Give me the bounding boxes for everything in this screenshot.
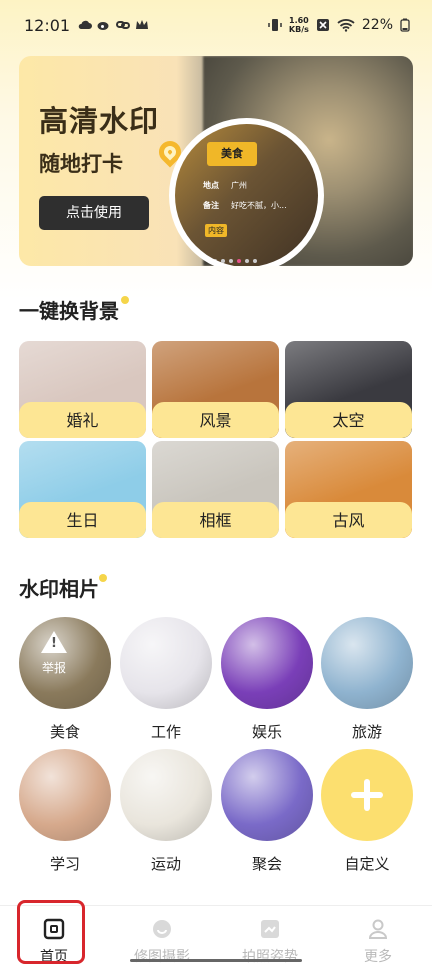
category-thumbnail (221, 617, 313, 709)
status-right: 1.60 KB/s 22% (268, 16, 410, 34)
pose-icon (261, 920, 279, 938)
status-bar: 12:01 1.60 KB/s 22% (0, 0, 432, 50)
background-card[interactable]: 生日 (19, 441, 146, 538)
link-app-icon (116, 21, 131, 29)
retouch-icon (153, 920, 171, 938)
vibrate-icon (268, 19, 282, 31)
net-speed: 1.60 KB/s (289, 16, 309, 34)
carousel-dots (213, 259, 257, 263)
watermark-category[interactable]: 工作 (120, 617, 212, 742)
watermark-tag: 内容 (205, 224, 227, 237)
category-thumbnail (321, 617, 413, 709)
sparkle-icon (99, 574, 107, 582)
background-card-label: 古风 (285, 502, 412, 538)
category-label: 自定义 (344, 855, 390, 873)
home-indicator (130, 959, 302, 962)
crown-icon (136, 20, 149, 29)
section-title-backgrounds: 一键换背景 (19, 299, 119, 323)
category-thumbnail (120, 749, 212, 841)
watermark-preview: 美食 地点 广州 备注 好吃不腻，小... 内容 (175, 124, 318, 266)
cloud-icon (78, 20, 93, 29)
background-card-label: 生日 (19, 502, 146, 538)
report-button[interactable]: 举报 (31, 627, 77, 689)
watermark-header: 美食 (207, 142, 257, 166)
background-card-label: 婚礼 (19, 402, 146, 438)
section-title-watermark-photos: 水印相片 (19, 577, 99, 601)
category-thumbnail (221, 749, 313, 841)
background-card[interactable]: 婚礼 (19, 341, 146, 438)
promo-banner[interactable]: 高清水印 随地打卡 点击使用 美食 地点 广州 备注 好吃不腻，小... 内容 (19, 56, 413, 266)
battery-level: 22% (361, 17, 393, 33)
category-label: 学习 (49, 855, 80, 873)
category-thumbnail (120, 617, 212, 709)
background-card[interactable]: 风景 (152, 341, 279, 438)
active-tab-highlight (17, 900, 85, 964)
watermark-category[interactable]: 自定义 (321, 749, 413, 874)
watermark-category[interactable]: 聚会 (221, 749, 313, 874)
watermark-row-note: 备注 好吃不腻，小... (203, 200, 287, 211)
tab-pose[interactable]: 拍照姿势 (216, 906, 324, 964)
watermark-row-location: 地点 广州 (203, 180, 247, 191)
category-label: 娱乐 (251, 723, 282, 741)
battery-icon (400, 18, 410, 32)
background-card[interactable]: 太空 (285, 341, 412, 438)
sparkle-icon (121, 296, 129, 304)
net-speed-unit: KB/s (288, 25, 309, 34)
add-custom-icon[interactable] (321, 749, 413, 841)
category-thumbnail: 举报 (19, 617, 111, 709)
tab-more[interactable]: 更多 (324, 906, 432, 964)
use-now-button[interactable]: 点击使用 (39, 196, 149, 230)
category-label: 旅游 (351, 723, 382, 741)
category-label: 聚会 (251, 855, 282, 873)
watermark-category[interactable]: 旅游 (321, 617, 413, 742)
watermark-key: 地点 (203, 181, 219, 190)
tab-label: 更多 (364, 949, 392, 964)
wifi-icon (337, 19, 355, 32)
report-label: 举报 (41, 661, 66, 675)
category-thumbnail (19, 749, 111, 841)
category-label: 美食 (49, 723, 80, 741)
background-card[interactable]: 古风 (285, 441, 412, 538)
watermark-category[interactable]: 举报美食 (19, 617, 111, 742)
net-speed-value: 1.60 (289, 16, 309, 25)
status-time: 12:01 (24, 15, 71, 35)
background-card-label: 相框 (152, 502, 279, 538)
category-label: 运动 (150, 855, 181, 873)
background-card-label: 风景 (152, 402, 279, 438)
banner-subtitle: 随地打卡 (39, 152, 123, 176)
background-card[interactable]: 相框 (152, 441, 279, 538)
background-card-label: 太空 (285, 402, 412, 438)
watermark-value: 好吃不腻，小... (231, 201, 287, 210)
watermark-value: 广州 (231, 181, 247, 190)
weibo-icon (97, 22, 109, 30)
warning-icon (41, 631, 67, 653)
tab-retouch[interactable]: 修图摄影 (108, 906, 216, 964)
watermark-preview-lens: 美食 地点 广州 备注 好吃不腻，小... 内容 (169, 118, 324, 266)
watermark-category[interactable]: 学习 (19, 749, 111, 874)
watermark-category[interactable]: 运动 (120, 749, 212, 874)
sim-off-icon (316, 19, 329, 31)
watermark-category[interactable]: 娱乐 (221, 617, 313, 742)
banner-title: 高清水印 (39, 104, 160, 138)
profile-icon (368, 919, 388, 939)
watermark-key: 备注 (203, 201, 219, 210)
category-label: 工作 (150, 723, 181, 741)
